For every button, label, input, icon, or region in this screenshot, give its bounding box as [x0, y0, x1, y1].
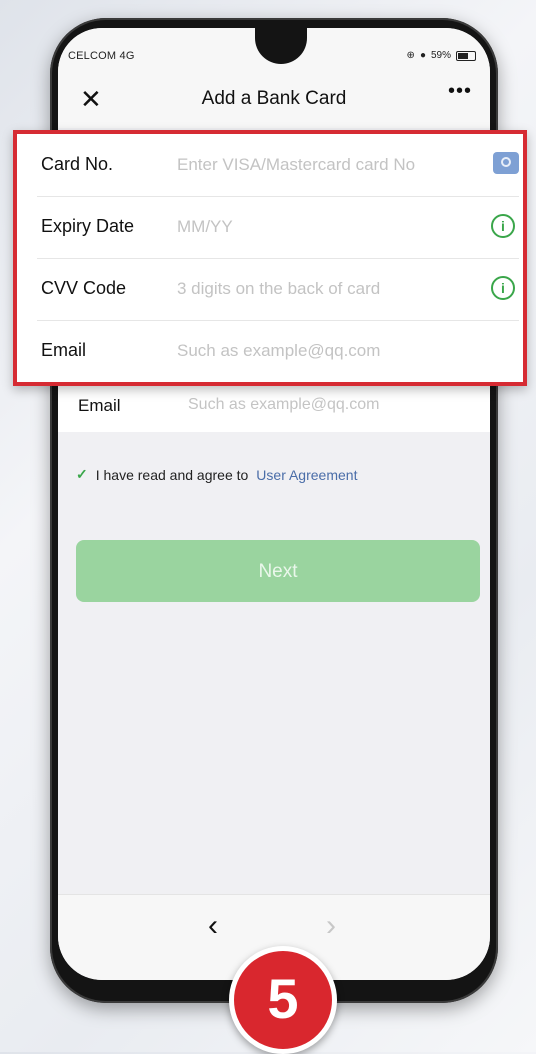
forward-arrow-icon[interactable]: ›: [326, 909, 336, 943]
user-agreement-link[interactable]: User Agreement: [256, 467, 357, 483]
carrier-label: CELCOM 4G: [68, 50, 135, 62]
step-number-badge: 5: [229, 946, 337, 1054]
cvv-code-input[interactable]: [177, 272, 477, 306]
expiry-date-input[interactable]: [177, 210, 477, 244]
email-row: Email: [37, 320, 519, 382]
email-label: Email: [78, 396, 121, 415]
checkbox-checked-icon[interactable]: ✓: [76, 466, 88, 483]
expiry-date-row: Expiry Date i: [37, 196, 519, 259]
more-options-button[interactable]: •••: [448, 80, 472, 103]
info-icon[interactable]: i: [491, 214, 515, 238]
cvv-code-row: CVV Code i: [37, 258, 519, 321]
back-arrow-icon[interactable]: ‹: [208, 909, 218, 943]
card-number-row: Card No.: [37, 134, 519, 197]
shield-icon: ●: [419, 50, 426, 61]
battery-icon: [456, 50, 476, 61]
email-input[interactable]: [177, 334, 477, 368]
alarm-icon: ⊕: [406, 50, 415, 61]
status-icons: ⊕ ● 59%: [407, 50, 476, 61]
highlighted-card-form: Card No. Expiry Date i CVV Code i Email: [13, 130, 527, 386]
card-number-label: Card No.: [41, 154, 114, 174]
agreement-text: I have read and agree to: [95, 466, 249, 483]
battery-percent: 59%: [430, 50, 451, 61]
email-label: Email: [41, 340, 87, 360]
camera-icon[interactable]: [493, 152, 519, 174]
card-number-input[interactable]: [177, 148, 477, 182]
cvv-code-label: CVV Code: [41, 278, 127, 298]
app-header: ✕ Add a Bank Card •••: [58, 72, 490, 128]
email-placeholder[interactable]: Such as example@qq.com: [188, 396, 379, 414]
page-title: Add a Bank Card: [201, 88, 347, 109]
next-button[interactable]: Next: [76, 540, 480, 602]
agreement-row[interactable]: ✓ I have read and agree to User Agreemen…: [76, 466, 357, 483]
expiry-date-label: Expiry Date: [41, 216, 135, 236]
info-icon[interactable]: i: [491, 276, 515, 300]
